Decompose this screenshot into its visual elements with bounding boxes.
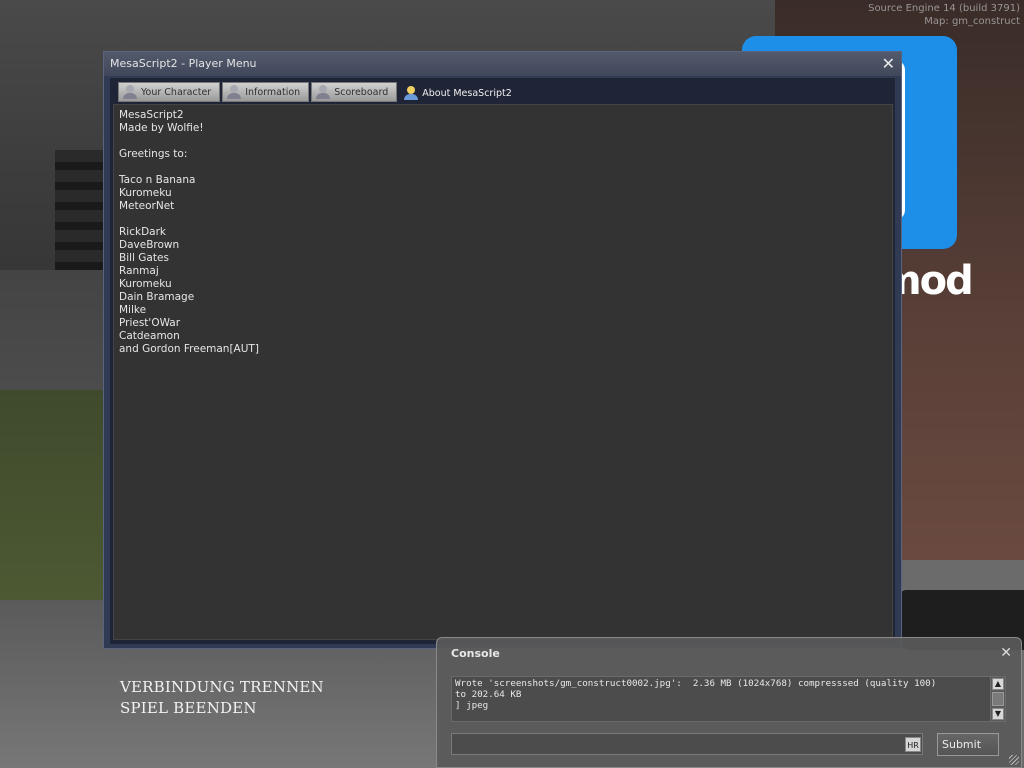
player-menu-titlebar[interactable]: MesaScript2 - Player Menu ✕ <box>104 52 901 76</box>
about-line: RickDark <box>119 226 166 238</box>
tab-scoreboard[interactable]: Scoreboard <box>311 82 398 102</box>
about-line: Milke <box>119 304 147 316</box>
about-line <box>119 161 887 174</box>
about-line: Bill Gates <box>119 252 169 264</box>
about-line: Dain Bramage <box>119 291 195 303</box>
disconnect-link[interactable]: VERBINDUNG TRENNEN <box>120 677 324 698</box>
window-title: MesaScript2 - Player Menu <box>110 57 257 70</box>
engine-info: Source Engine 14 (build 3791) Map: gm_co… <box>868 2 1020 28</box>
tab-label: Your Character <box>141 86 212 98</box>
console-output: Wrote 'screenshots/gm_construct0002.jpg'… <box>451 676 991 722</box>
about-line: Ranmaj <box>119 265 159 277</box>
grass-ground <box>0 390 110 610</box>
scroll-down-icon[interactable]: ▼ <box>992 708 1004 720</box>
console-title: Console <box>451 647 500 660</box>
about-line <box>119 213 887 226</box>
main-menu: VERBINDUNG TRENNEN SPIEL BEENDEN <box>120 677 324 719</box>
console-window: Console ✕ Wrote 'screenshots/gm_construc… <box>436 637 1022 768</box>
about-text-panel: MesaScript2 Made by Wolfie! Greetings to: T… <box>113 104 893 640</box>
about-line: and Gordon Freeman[AUT] <box>119 343 259 355</box>
about-line: Catdeamon <box>119 330 180 342</box>
tab-about-mesascript2[interactable]: About MesaScript2 <box>399 82 521 104</box>
about-line: Kuromeku <box>119 187 172 199</box>
resize-grip-icon[interactable] <box>1009 755 1019 765</box>
about-line: MeteorNet <box>119 200 175 212</box>
tab-label: About MesaScript2 <box>422 87 512 99</box>
tab-label: Scoreboard <box>334 86 389 98</box>
console-log-line: ] jpeg <box>455 700 489 711</box>
console-log-line: Wrote 'screenshots/gm_construct0002.jpg'… <box>455 678 937 689</box>
quit-game-link[interactable]: SPIEL BEENDEN <box>120 698 324 719</box>
distant-building <box>55 150 107 270</box>
tab-bar: Your Character Information Scoreboard Ab… <box>118 82 523 104</box>
engine-map: Map: gm_construct <box>924 16 1020 27</box>
tab-label: Information <box>245 86 301 98</box>
user-icon <box>123 85 137 99</box>
tab-information[interactable]: Information <box>222 82 310 102</box>
about-line: Priest'OWar <box>119 317 181 329</box>
about-line: Greetings to: <box>119 148 188 160</box>
submit-button[interactable]: Submit <box>937 733 999 756</box>
hr-badge: HR <box>905 737 921 752</box>
user-icon <box>227 85 242 99</box>
console-scrollbar[interactable]: ▲ ▼ <box>990 676 1006 722</box>
console-log-line: to 202.64 KB <box>455 689 522 700</box>
about-line: Made by Wolfie! <box>119 122 204 134</box>
tab-your-character[interactable]: Your Character <box>118 82 221 102</box>
about-line: Taco n Banana <box>119 174 196 186</box>
scroll-up-icon[interactable]: ▲ <box>992 678 1004 690</box>
user-icon <box>404 86 419 100</box>
about-line: DaveBrown <box>119 239 180 251</box>
about-line <box>119 135 887 148</box>
close-icon[interactable]: ✕ <box>882 54 895 73</box>
player-menu-body: Your Character Information Scoreboard Ab… <box>110 78 895 644</box>
left-wall <box>0 270 110 390</box>
scroll-thumb[interactable] <box>992 692 1004 706</box>
close-icon[interactable]: ✕ <box>1000 645 1012 661</box>
player-menu-window: MesaScript2 - Player Menu ✕ Your Charact… <box>103 51 902 649</box>
console-input[interactable] <box>451 733 923 755</box>
engine-build: Source Engine 14 (build 3791) <box>868 3 1020 14</box>
user-icon <box>316 85 331 99</box>
about-line: Kuromeku <box>119 278 172 290</box>
about-line: MesaScript2 <box>119 109 184 121</box>
